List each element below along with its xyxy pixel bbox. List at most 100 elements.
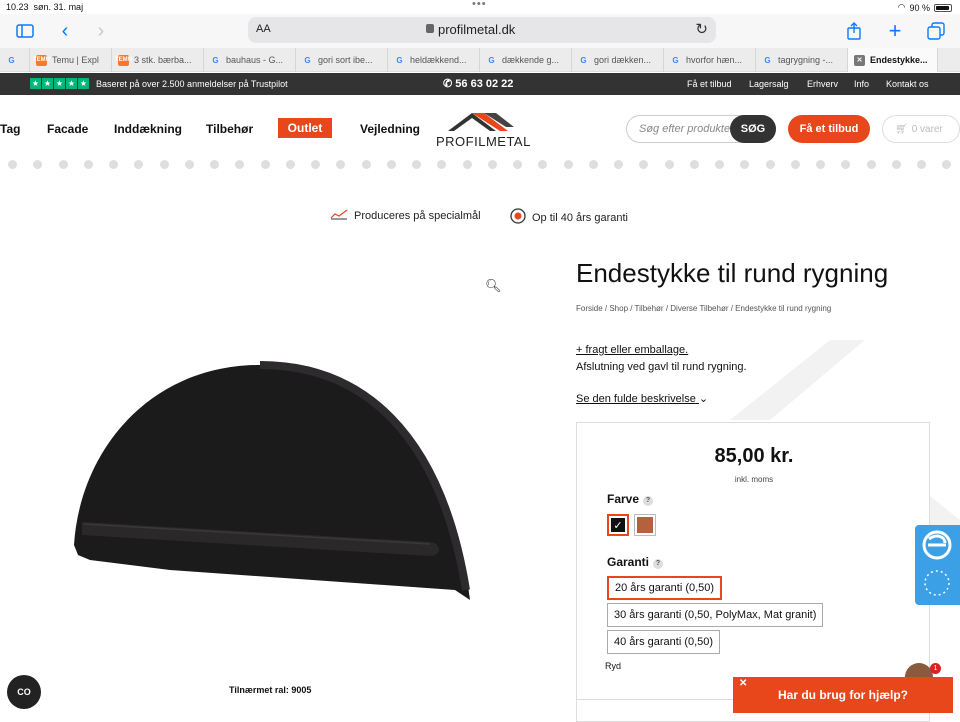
trustpilot-text[interactable]: Baseret på over 2.500 anmeldelser på Tru…: [96, 79, 288, 89]
google-icon: G: [304, 55, 311, 65]
tab-label: Endestykke...: [870, 55, 928, 65]
close-tab-icon[interactable]: ✕: [854, 54, 865, 66]
usp-warranty-text: Op til 40 års garanti: [532, 211, 628, 224]
browser-toolbar: ‹ › AA profilmetal.dk ↻ +: [0, 14, 960, 48]
tab-label: tagrygning -...: [778, 55, 834, 65]
tab[interactable]: Ggori dækken...: [572, 48, 664, 72]
phone-number[interactable]: 56 63 02 22: [455, 78, 513, 90]
nav-item-roof[interactable]: Tag: [0, 122, 20, 136]
tab-label: heldækkend...: [410, 55, 467, 65]
warranty-label-text: Garanti: [607, 555, 650, 569]
product-title: Endestykke til rund rygning: [576, 258, 889, 288]
topbar-link-info[interactable]: Info: [854, 79, 869, 89]
usp-custom: Produceres på specialmål: [330, 208, 481, 223]
tab-active[interactable]: ✕ Endestykke...: [848, 48, 938, 72]
reset-selection-link[interactable]: Ryd: [605, 661, 621, 671]
trustpilot-stars-icon[interactable]: ★ ★ ★ ★ ★: [30, 78, 89, 89]
back-icon[interactable]: ‹: [52, 18, 78, 44]
phone-link[interactable]: ✆ 56 63 02 22: [443, 77, 513, 90]
cookie-consent-button[interactable]: CO: [7, 675, 41, 709]
topbar-link-contact[interactable]: Kontakt os: [886, 79, 929, 89]
tab[interactable]: Gtagrygning -...: [756, 48, 848, 72]
topbar-link-stock-sale[interactable]: Lagersalg: [749, 79, 789, 89]
tab[interactable]: Gdækkende g...: [480, 48, 572, 72]
temu-icon: TEMU: [33, 54, 50, 66]
url-text[interactable]: profilmetal.dk: [438, 22, 515, 37]
nav-item-guide[interactable]: Vejledning: [360, 122, 420, 136]
product-image[interactable]: [70, 360, 480, 610]
google-icon: G: [764, 55, 771, 65]
reader-aa-button[interactable]: AA: [256, 23, 271, 35]
status-right: ◠ 90 %: [898, 2, 952, 13]
google-icon: G: [8, 55, 15, 65]
forward-icon[interactable]: ›: [88, 18, 114, 44]
reload-icon[interactable]: ↻: [695, 20, 708, 38]
decorative-divider: [0, 160, 960, 172]
freight-link[interactable]: + fragt eller emballage.: [576, 344, 688, 356]
tab[interactable]: Ggori sort ibe...: [296, 48, 388, 72]
get-quote-button[interactable]: Få et tilbud: [788, 115, 870, 143]
google-icon: G: [488, 55, 495, 65]
tab-label: bauhaus - G...: [226, 55, 284, 65]
google-icon: G: [672, 55, 679, 65]
search-button[interactable]: SØG: [730, 115, 776, 143]
address-bar[interactable]: AA profilmetal.dk ↻: [248, 17, 716, 43]
tab[interactable]: G: [0, 48, 30, 72]
color-label: Farve?: [607, 492, 654, 506]
cart-icon: 🛒︎: [895, 123, 908, 135]
tab[interactable]: Gbauhaus - G...: [204, 48, 296, 72]
topbar-link-quote[interactable]: Få et tilbud: [687, 79, 732, 89]
help-icon[interactable]: ?: [653, 559, 664, 569]
nav-item-flashing[interactable]: Inddækning: [114, 122, 182, 136]
battery-icon: [934, 3, 952, 12]
topbar-link-business[interactable]: Erhverv: [807, 79, 838, 89]
tabs-overview-icon[interactable]: [923, 18, 949, 44]
warranty-label: Garanti?: [607, 555, 664, 569]
time: 10.23: [6, 2, 29, 12]
warranty-option-40[interactable]: 40 års garanti (0,50): [607, 630, 721, 654]
multitask-dots-icon[interactable]: •••: [472, 0, 487, 10]
ecommerce-europe-icon: [922, 530, 952, 596]
site-topbar: ★ ★ ★ ★ ★ Baseret på over 2.500 anmeldelser …: [0, 73, 960, 95]
tab[interactable]: TEMU 3 stk. bærba...: [112, 48, 204, 72]
zoom-icon[interactable]: 🔍︎: [485, 278, 502, 294]
tab-label: 3 stk. bærba...: [134, 55, 192, 65]
nav-item-outlet[interactable]: Outlet: [278, 118, 332, 138]
warranty-icon: [510, 208, 526, 227]
lock-icon: [426, 24, 434, 33]
tab[interactable]: Gheldækkend...: [388, 48, 480, 72]
sidebar-icon[interactable]: [12, 18, 38, 44]
warranty-option-30[interactable]: 30 års garanti (0,50, PolyMax, Mat grani…: [607, 603, 824, 627]
new-tab-icon[interactable]: +: [882, 18, 908, 44]
help-icon[interactable]: ?: [643, 496, 654, 506]
tab-label: hvorfor hæn...: [686, 55, 743, 65]
emaerket-badge[interactable]: [915, 525, 960, 605]
search-placeholder[interactable]: Søg efter produkter: [639, 123, 734, 135]
full-description-link[interactable]: Se den fulde beskrivelse ⌄: [576, 392, 708, 405]
tab-label: dækkende g...: [502, 55, 560, 65]
chat-widget[interactable]: ✕ Har du brug for hjælp?: [733, 677, 953, 713]
google-icon: G: [212, 55, 219, 65]
color-swatch-black[interactable]: ✓: [607, 514, 629, 536]
color-swatch-copper[interactable]: [634, 514, 656, 536]
product-price: 85,00 kr.: [714, 445, 794, 467]
chat-notification-badge: 1: [930, 663, 941, 674]
nav-item-accessories[interactable]: Tilbehør: [206, 122, 253, 136]
full-description-text[interactable]: Se den fulde beskrivelse: [576, 393, 696, 405]
chat-label[interactable]: Har du brug for hjælp?: [778, 688, 908, 702]
tab[interactable]: TEMU Temu | Expl: [30, 48, 112, 72]
nav-item-facade[interactable]: Facade: [47, 122, 88, 136]
profilmetal-logo[interactable]: PROFILMETAL: [434, 109, 530, 149]
cart-button[interactable]: 🛒︎ 0 varer: [882, 115, 960, 143]
chevron-down-icon: ⌄: [698, 393, 709, 405]
tab-label: gori dækken...: [594, 55, 652, 65]
usp-warranty: Op til 40 års garanti: [510, 208, 628, 227]
search-field[interactable]: Søg efter produkter SØG: [626, 115, 776, 143]
share-icon[interactable]: [841, 18, 867, 44]
status-time: 10.23 søn. 31. maj: [6, 2, 83, 12]
warranty-option-20[interactable]: 20 års garanti (0,50): [607, 576, 723, 600]
breadcrumb[interactable]: Forside / Shop / Tilbehør / Diverse Tilb…: [576, 304, 831, 313]
wifi-icon: ◠: [897, 2, 906, 12]
close-icon[interactable]: ✕: [739, 678, 747, 689]
tab[interactable]: Ghvorfor hæn...: [664, 48, 756, 72]
